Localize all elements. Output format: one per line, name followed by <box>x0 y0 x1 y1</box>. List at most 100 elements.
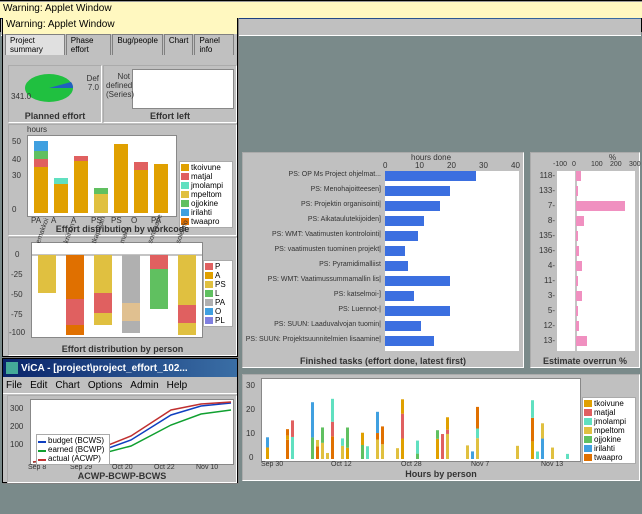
ac-date: Sep 8 <box>28 464 46 471</box>
overrun-label: 133- <box>531 186 555 195</box>
acwp-legend: budget (BCWS)earned (BCWP)actual (ACWP) <box>36 434 110 465</box>
tab-strip[interactable]: Project summary Phase effort Bug/people … <box>3 32 237 55</box>
legend-item: tkoivune <box>584 399 634 408</box>
task-label: PS: SUUN: Projektsuunnitelmien lisaamine… <box>245 336 381 343</box>
overrun-label: 7- <box>531 201 555 210</box>
overrun-label: 3- <box>531 291 555 300</box>
hp-date: Oct 12 <box>331 461 352 468</box>
overrun-bar <box>576 306 578 316</box>
overrun-bar <box>576 171 581 181</box>
ac-y0: 100 <box>10 440 23 449</box>
task-label: PS: OP Ms Project ohjelmat... <box>245 171 381 178</box>
acwp-menubar[interactable]: File Edit Chart Options Admin Help <box>3 377 237 394</box>
tab-panelinfo[interactable]: Panel info <box>194 34 234 55</box>
wc-y3: 50 <box>12 137 21 146</box>
workcode-legend: tkoivunematjaljmolampimpeltomojjokineiri… <box>179 161 233 228</box>
hp-y3: 30 <box>246 381 255 390</box>
legend-item: tkoivune <box>181 163 231 172</box>
ft-tick: 30 <box>479 161 488 170</box>
ft-tick: 10 <box>415 161 424 170</box>
legend-item: irilahti <box>584 444 634 453</box>
legend-item: matjal <box>584 408 634 417</box>
hp-date: Nov 13 <box>541 461 563 468</box>
tab-project-summary[interactable]: Project summary <box>5 34 65 55</box>
task-bar <box>385 336 434 346</box>
ep-y3: -75 <box>11 310 23 319</box>
task-label: PS: Aikataulutekijoiden] <box>245 216 381 223</box>
ep-y0: 0 <box>15 250 19 259</box>
finished-applet: hours done 010203040 PS: OP Ms Project o… <box>240 150 524 368</box>
overrun-label: 11- <box>531 276 555 285</box>
hours-applet: 0 10 20 30 Sep 30Oct 12Oct 28Nov 7Nov 13… <box>240 372 640 481</box>
effort-person-title: Effort distribution by person <box>9 344 236 354</box>
overrun-label: 8- <box>531 216 555 225</box>
legend-item: PL <box>205 316 231 325</box>
ac-date: Nov 10 <box>196 464 218 471</box>
effort-person-panel: 0 -25 -50 -75 -100 emakkoikriihontkapula… <box>8 237 237 356</box>
hours-panel: 0 10 20 30 Sep 30Oct 12Oct 28Nov 7Nov 13… <box>242 374 640 481</box>
ac-date: Oct 20 <box>112 464 133 471</box>
overrun-bar <box>576 246 579 256</box>
wc-y2: 40 <box>12 155 21 164</box>
hp-date: Nov 7 <box>471 461 489 468</box>
hp-y0: 0 <box>249 453 253 462</box>
planned-effort-title: Planned effort <box>9 111 101 121</box>
acwp-wintitle: ViCA - [project\project_effort_102... <box>21 363 188 374</box>
overrun-bar <box>576 336 587 346</box>
legend-item: budget (BCWS) <box>38 436 108 445</box>
tab-bugpeople[interactable]: Bug/people <box>112 34 162 55</box>
menu2-options[interactable]: Options <box>88 380 122 391</box>
hp-y2: 20 <box>246 405 255 414</box>
legend-item: L <box>205 289 231 298</box>
overrun-label: 135- <box>531 231 555 240</box>
menu2-help[interactable]: Help <box>167 380 188 391</box>
legend-item: actual (ACWP) <box>38 454 108 463</box>
legend-item: twaapro <box>584 453 634 462</box>
task-label: PS: Menohajoitteesen] <box>245 186 381 193</box>
acwp-titlebar[interactable]: ViCA - [project\project_effort_102... <box>3 359 237 377</box>
task-label: PS: Luennot-| <box>245 306 381 313</box>
task-label: PS: katselmoi-] <box>245 291 381 298</box>
overrun-bar <box>576 216 584 226</box>
eo-tick: -100 <box>553 161 567 168</box>
ep-y4: -100 <box>9 328 25 337</box>
overrun-title: Estimate overrun % <box>531 356 639 366</box>
task-label: PS: WMT: Vaatimussummamallin lis| <box>245 276 381 283</box>
task-bar <box>385 171 476 181</box>
summary-applet: Warning: Applet Window Project summary P… <box>2 16 238 357</box>
effort-left-chart <box>132 69 234 109</box>
menu2-edit[interactable]: Edit <box>30 380 47 391</box>
tab-phase-effort[interactable]: Phase effort <box>66 34 112 55</box>
overrun-label: 118- <box>531 171 555 180</box>
eo-tick: 300 <box>629 161 641 168</box>
menu2-file[interactable]: File <box>6 380 22 391</box>
overrun-label: 12- <box>531 321 555 330</box>
legend-item: PA <box>205 298 231 307</box>
acwp-title: ACWP-BCWP-BCWS <box>8 471 236 481</box>
legend-item: jmolampi <box>584 417 634 426</box>
applet-warning-1: Warning: Applet Window <box>3 17 237 34</box>
hours-title: Hours by person <box>243 469 639 479</box>
task-bar <box>385 216 424 226</box>
task-bar <box>385 291 414 301</box>
task-label: PS: Projektin organisointi| <box>245 201 381 208</box>
effort-left-note: Not defined (Series) <box>106 72 130 99</box>
task-label: PS: Pyramidimalliist <box>245 261 381 268</box>
applet-warning-top: Warning: Applet Window <box>0 1 642 18</box>
hp-date: Sep 30 <box>261 461 283 468</box>
legend-item: mpeltom <box>584 426 634 435</box>
legend-item: earned (BCWP) <box>38 445 108 454</box>
menu2-admin[interactable]: Admin <box>130 380 158 391</box>
task-bar <box>385 231 418 241</box>
finished-panel: hours done 010203040 PS: OP Ms Project o… <box>242 152 524 368</box>
menu2-chart[interactable]: Chart <box>55 380 79 391</box>
effort-workcode-chart <box>27 135 177 217</box>
eo-tick: 100 <box>591 161 603 168</box>
legend-item: P <box>205 262 231 271</box>
wc-y1: 30 <box>12 171 21 180</box>
overrun-bar <box>576 231 578 241</box>
tab-chart[interactable]: Chart <box>164 34 194 55</box>
task-bar <box>385 201 440 211</box>
overrun-label: 13- <box>531 336 555 345</box>
hours-chart <box>261 378 581 462</box>
